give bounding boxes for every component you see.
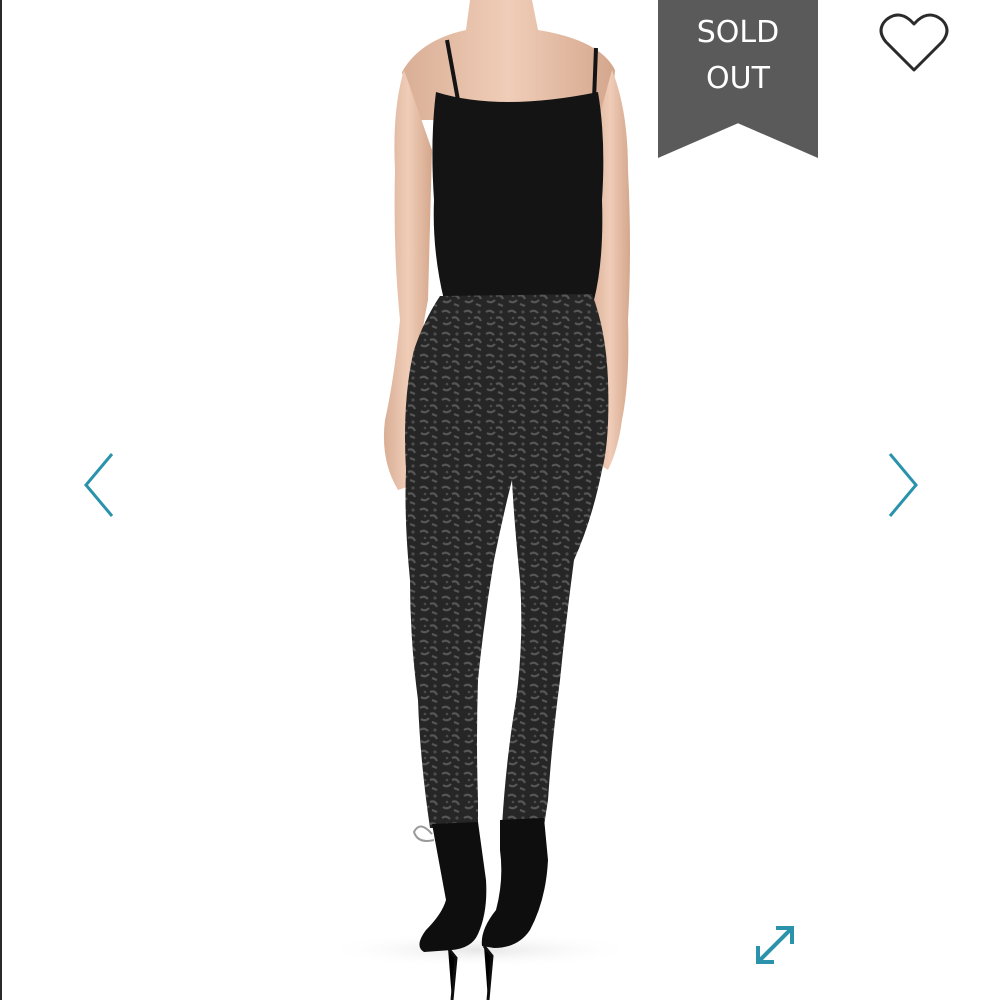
heart-outline-icon (879, 13, 949, 72)
previous-image-button[interactable] (80, 450, 120, 520)
expand-diagonal-icon (756, 926, 794, 964)
expand-image-button[interactable] (750, 920, 800, 970)
sold-out-badge-line2: OUT (706, 61, 770, 96)
product-image-viewer: SOLD OUT (0, 0, 1000, 1000)
chevron-right-icon (888, 453, 918, 517)
next-image-button[interactable] (882, 450, 922, 520)
sold-out-badge-line1: SOLD (696, 15, 780, 50)
chevron-left-icon (84, 453, 114, 517)
product-photo[interactable] (0, 0, 1000, 1000)
wishlist-button[interactable] (876, 10, 952, 76)
